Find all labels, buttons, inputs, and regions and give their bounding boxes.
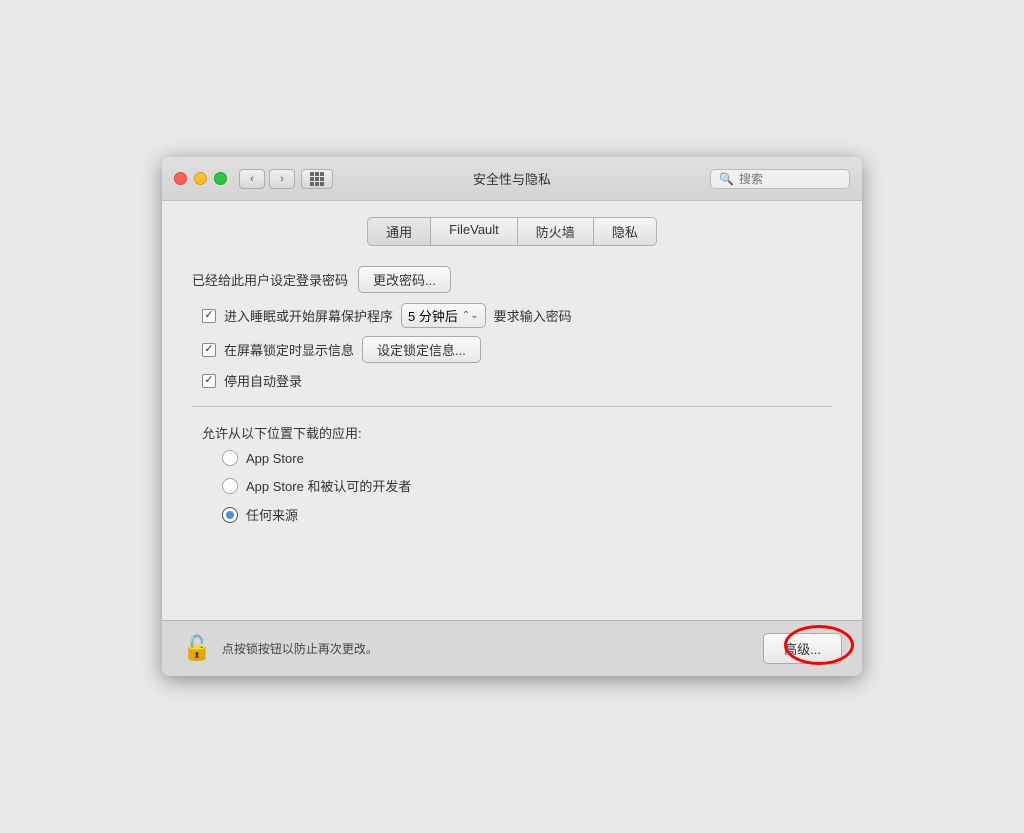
search-icon: 🔍 (719, 172, 734, 186)
radio-appstore-dev-row: App Store 和被认可的开发者 (222, 476, 832, 495)
titlebar: ‹ › 安全性与隐私 🔍 (162, 157, 862, 201)
allow-apps-section: 允许从以下位置下载的应用: App Store App Store 和被认可的开… (192, 423, 832, 524)
maximize-button[interactable] (214, 172, 227, 185)
change-password-button[interactable]: 更改密码... (358, 266, 451, 293)
section-divider (192, 406, 832, 407)
radio-appstore-label: App Store (246, 451, 304, 466)
search-bar[interactable]: 🔍 (710, 169, 850, 189)
radio-appstore-row: App Store (222, 450, 832, 466)
app-grid-button[interactable] (301, 169, 333, 189)
radio-appstore[interactable] (222, 450, 238, 466)
back-button[interactable]: ‹ (239, 169, 265, 189)
main-window: ‹ › 安全性与隐私 🔍 通用 FileVault 防火墙 隐私 (162, 157, 862, 676)
sleep-after-label: 要求输入密码 (494, 306, 572, 325)
password-row: 已经给此用户设定登录密码 更改密码... (192, 266, 832, 293)
spacer (192, 540, 832, 620)
sleep-label: 进入睡眠或开始屏幕保护程序 (224, 306, 393, 325)
tab-privacy[interactable]: 隐私 (594, 217, 657, 246)
allow-apps-label: 允许从以下位置下载的应用: (202, 423, 832, 442)
advanced-button[interactable]: 高级... (763, 633, 842, 664)
tab-firewall[interactable]: 防火墙 (518, 217, 594, 246)
auto-login-label: 停用自动登录 (224, 371, 302, 390)
lock-message-row: 在屏幕锁定时显示信息 设定锁定信息... (202, 336, 832, 363)
auto-login-row: 停用自动登录 (202, 371, 832, 390)
tab-general[interactable]: 通用 (367, 217, 431, 246)
search-input[interactable] (739, 172, 841, 186)
sleep-dropdown-value: 5 分钟后 (408, 306, 458, 325)
grid-icon (310, 172, 324, 186)
traffic-lights (174, 172, 227, 185)
lock-message-checkbox[interactable] (202, 343, 216, 357)
sleep-dropdown[interactable]: 5 分钟后 ⌃⌄ (401, 303, 486, 328)
radio-anywhere-label: 任何来源 (246, 505, 298, 524)
minimize-button[interactable] (194, 172, 207, 185)
password-section: 已经给此用户设定登录密码 更改密码... 进入睡眠或开始屏幕保护程序 5 分钟后… (192, 266, 832, 390)
footer: 🔓 点按锁按钮以防止再次更改。 高级... (162, 620, 862, 676)
radio-appstore-dev[interactable] (222, 478, 238, 494)
lock-message-label: 在屏幕锁定时显示信息 (224, 340, 354, 359)
advanced-btn-wrapper: 高级... (763, 633, 842, 664)
sleep-row: 进入睡眠或开始屏幕保护程序 5 分钟后 ⌃⌄ 要求输入密码 (202, 303, 832, 328)
radio-group: App Store App Store 和被认可的开发者 任何来源 (222, 450, 832, 524)
window-title: 安全性与隐私 (473, 169, 551, 188)
forward-button[interactable]: › (269, 169, 295, 189)
content-area: 通用 FileVault 防火墙 隐私 已经给此用户设定登录密码 更改密码...… (162, 201, 862, 620)
sleep-checkbox[interactable] (202, 309, 216, 323)
tab-filevault[interactable]: FileVault (431, 217, 518, 246)
lock-area: 🔓 点按锁按钮以防止再次更改。 (182, 637, 378, 661)
auto-login-checkbox[interactable] (202, 374, 216, 388)
radio-anywhere[interactable] (222, 507, 238, 523)
radio-appstore-dev-label: App Store 和被认可的开发者 (246, 476, 411, 495)
forward-icon: › (280, 173, 284, 185)
footer-lock-text: 点按锁按钮以防止再次更改。 (222, 640, 378, 657)
nav-buttons: ‹ › (239, 169, 295, 189)
lock-icon[interactable]: 🔓 (182, 637, 212, 661)
tab-bar: 通用 FileVault 防火墙 隐私 (192, 217, 832, 246)
lock-message-button[interactable]: 设定锁定信息... (362, 336, 481, 363)
radio-anywhere-row: 任何来源 (222, 505, 832, 524)
password-label: 已经给此用户设定登录密码 (192, 270, 348, 289)
dropdown-arrow-icon: ⌃⌄ (462, 310, 479, 321)
back-icon: ‹ (250, 173, 254, 185)
close-button[interactable] (174, 172, 187, 185)
